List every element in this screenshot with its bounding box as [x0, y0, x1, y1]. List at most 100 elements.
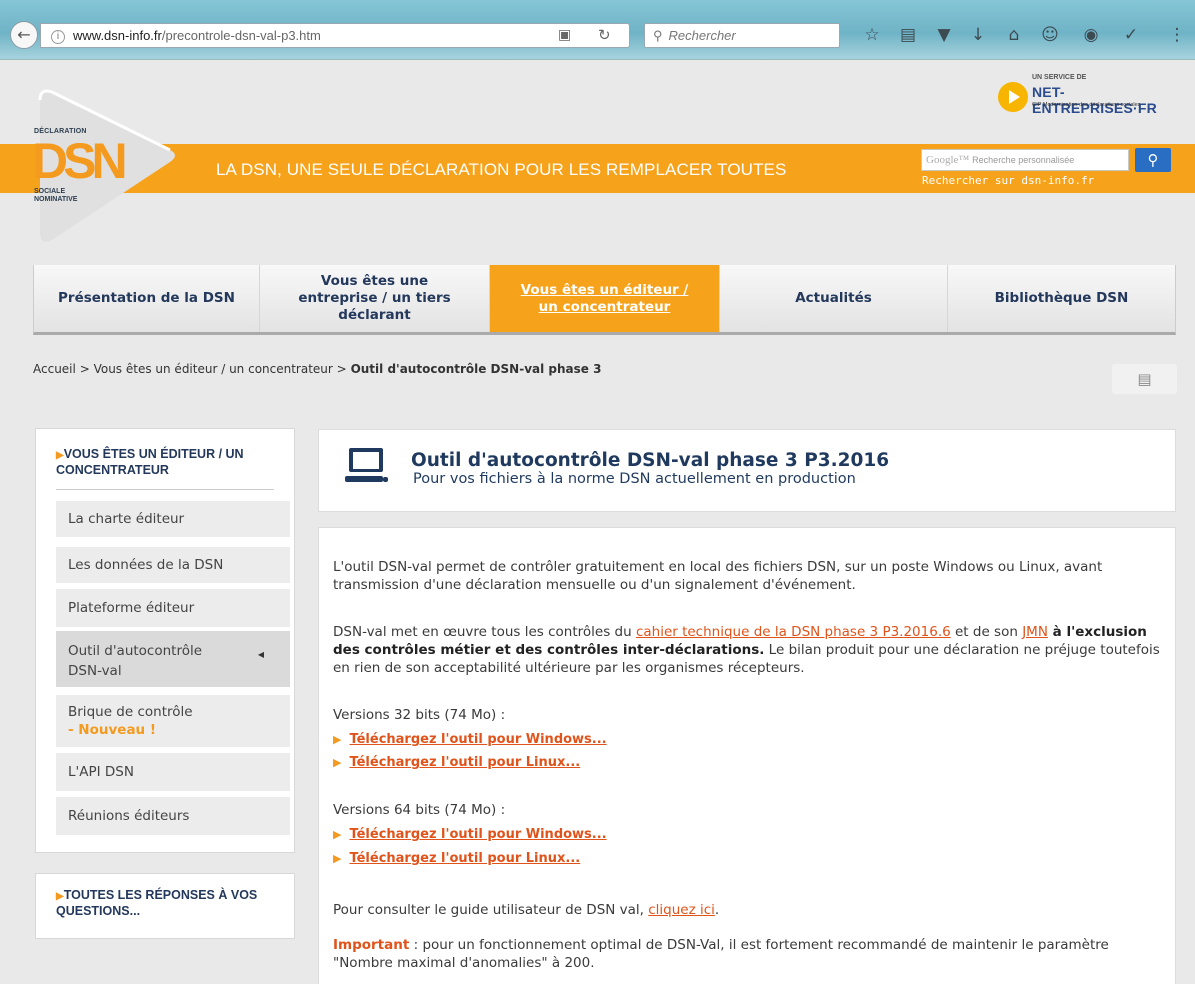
dsn-logo[interactable]: DÉCLARATION DSN SOCIALE NOMINATIVE — [30, 80, 180, 250]
site-search-placeholder: Recherche personnalisée — [972, 155, 1075, 165]
address-bar[interactable]: i www.dsn-info.fr/precontrole-dsn-val-p3.… — [40, 23, 630, 48]
faq-link[interactable]: ▶TOUTES LES RÉPONSES À VOS QUESTIONS... — [56, 888, 266, 918]
bookmarks-list-icon[interactable]: ▤ — [897, 24, 919, 46]
sidebar-item-outil[interactable]: Outil d'autocontrôle DSN-val ◀ — [56, 631, 290, 687]
versions-64-label: Versions 64 bits (74 Mo) : — [333, 802, 506, 818]
text: Pour consulter le guide utilisateur de D… — [333, 902, 649, 918]
nav-tab-bibliotheque[interactable]: Bibliothèque DSN — [948, 265, 1175, 332]
reload-icon[interactable]: ↻ — [598, 26, 611, 44]
browser-toolbar: ← i www.dsn-info.fr/precontrole-dsn-val-p… — [0, 0, 1195, 60]
search-icon: ⚲ — [653, 28, 663, 43]
important-label: Important — [333, 937, 410, 953]
page-title: Outil d'autocontrôle DSN-val phase 3 P3.… — [411, 450, 890, 471]
arrow-icon: ▶ — [333, 733, 342, 746]
download-icon[interactable]: ↓ — [967, 24, 989, 46]
sidebar-item-charte[interactable]: La charte éditeur — [56, 501, 290, 537]
pocket-icon[interactable]: ▼ — [933, 24, 955, 46]
new-badge: - Nouveau ! — [68, 722, 157, 738]
content-panel: L'outil DSN-val permet de contrôler grat… — [318, 527, 1176, 984]
site-tagline: LA DSN, UNE SEULE DÉCLARATION POUR LES R… — [216, 160, 787, 179]
download-windows-32-link[interactable]: ▶ Téléchargez l'outil pour Windows... — [333, 732, 607, 747]
intro-paragraph: L'outil DSN-val permet de contrôler grat… — [333, 559, 1103, 593]
breadcrumb-home[interactable]: Accueil — [33, 362, 76, 376]
url-host: www.dsn-info.fr — [73, 28, 162, 43]
net-entreprises-logo[interactable]: UN SERVICE DE NET-ENTREPRISES·FR GIP Mod… — [998, 74, 1178, 120]
caret-left-icon: ◀ — [257, 650, 264, 659]
sidebar-item-label: Outil d'autocontrôle DSN-val — [68, 643, 203, 679]
nav-tab-editeur[interactable]: Vous êtes un éditeur / un concentrateur — [490, 265, 720, 332]
home-icon[interactable]: ⌂ — [1003, 24, 1025, 46]
url-path: /precontrole-dsn-val-p3.htm — [161, 28, 321, 43]
sidebar-item-label: Brique de contrôle — [68, 704, 193, 720]
computer-icon — [345, 448, 388, 482]
download-label: Téléchargez l'outil pour Linux... — [349, 755, 581, 770]
cahier-technique-link[interactable]: cahier technique de la DSN phase 3 P3.20… — [636, 624, 951, 640]
important-text: : pour un fonctionnement optimal de DSN-… — [333, 937, 1109, 971]
service-label: UN SERVICE DE — [1032, 74, 1087, 81]
text: et de son — [950, 624, 1023, 640]
breadcrumb: Accueil > Vous êtes un éditeur / un conc… — [33, 362, 601, 376]
extension-icon[interactable]: ◉ — [1080, 24, 1102, 46]
smiley-icon[interactable]: ☺ — [1039, 24, 1061, 46]
print-button[interactable]: ▤ — [1112, 364, 1177, 394]
download-linux-64-link[interactable]: ▶ Téléchargez l'outil pour Linux... — [333, 851, 580, 866]
sidebar-menu: ▶VOUS ÊTES UN ÉDITEUR / UN CONCENTRATEUR… — [35, 428, 295, 853]
arrow-icon: ▶ — [333, 828, 342, 841]
text: DSN-val met en œuvre tous les contrôles … — [333, 624, 636, 640]
site-search-input[interactable]: Google™ Recherche personnalisée — [921, 149, 1129, 171]
sidebar-item-brique[interactable]: Brique de contrôle - Nouveau ! — [56, 695, 290, 747]
info-icon[interactable]: i — [51, 29, 65, 44]
faq-title-text: TOUTES LES RÉPONSES À VOS QUESTIONS... — [56, 888, 258, 918]
extension2-icon[interactable]: ✓ — [1120, 24, 1142, 46]
download-label: Téléchargez l'outil pour Windows... — [349, 827, 607, 842]
browser-search-input[interactable]: ⚲ Rechercher — [644, 23, 840, 48]
sidebar-divider — [56, 489, 274, 490]
play-icon — [998, 82, 1028, 112]
arrow-icon: ▶ — [56, 891, 64, 902]
nav-tab-presentation[interactable]: Présentation de la DSN — [34, 265, 260, 332]
breadcrumb-section[interactable]: Vous êtes un éditeur / un concentrateur — [94, 362, 333, 376]
printer-icon: ▤ — [1137, 370, 1152, 388]
jmn-link[interactable]: JMN — [1022, 624, 1048, 640]
sidebar-title[interactable]: ▶VOUS ÊTES UN ÉDITEUR / UN CONCENTRATEUR — [56, 447, 266, 477]
arrow-icon: ▶ — [56, 450, 64, 461]
nav-tab-entreprise[interactable]: Vous êtes une entreprise / un tiers décl… — [260, 265, 490, 332]
sidebar-item-plateforme[interactable]: Plateforme éditeur — [56, 589, 290, 627]
sidebar-item-reunions[interactable]: Réunions éditeurs — [56, 797, 290, 835]
search-subtext: Rechercher sur dsn-info.fr — [922, 174, 1095, 187]
text: à — [1047, 624, 1067, 640]
sidebar-item-api[interactable]: L'API DSN — [56, 753, 290, 791]
breadcrumb-current: Outil d'autocontrôle DSN-val phase 3 — [350, 362, 602, 376]
search-icon: ⚲ — [1147, 151, 1159, 169]
page-header-panel: Outil d'autocontrôle DSN-val phase 3 P3.… — [318, 429, 1176, 512]
site-search-button[interactable]: ⚲ — [1135, 148, 1171, 172]
browser-search-placeholder: Rechercher — [668, 28, 736, 43]
versions-32-label: Versions 32 bits (74 Mo) : — [333, 707, 506, 723]
logo-bottom-text: SOCIALE NOMINATIVE — [34, 188, 78, 203]
arrow-icon: ▶ — [333, 852, 342, 865]
service-sub: GIP Modernisation des déclarations socia… — [1032, 102, 1141, 108]
download-label: Téléchargez l'outil pour Linux... — [349, 851, 581, 866]
bookmark-star-icon[interactable]: ☆ — [861, 24, 883, 46]
download-linux-32-link[interactable]: ▶ Téléchargez l'outil pour Linux... — [333, 755, 580, 770]
page-subtitle: Pour vos fichiers à la norme DSN actuell… — [413, 471, 856, 487]
nav-tab-actualites[interactable]: Actualités — [720, 265, 948, 332]
guide-link[interactable]: cliquez ici — [648, 902, 715, 918]
menu-icon[interactable]: ⋮ — [1166, 24, 1188, 46]
sidebar-title-text: VOUS ÊTES UN ÉDITEUR / UN CONCENTRATEUR — [56, 447, 244, 477]
google-label: Google™ — [926, 154, 970, 166]
main-nav: Présentation de la DSN Vous êtes une ent… — [33, 265, 1176, 335]
faq-box: ▶TOUTES LES RÉPONSES À VOS QUESTIONS... — [35, 873, 295, 939]
arrow-icon: ▶ — [333, 756, 342, 769]
important-paragraph: Important : pour un fonctionnement optim… — [333, 936, 1163, 972]
sidebar-item-donnees[interactable]: Les données de la DSN — [56, 547, 290, 583]
back-button[interactable]: ← — [10, 21, 38, 49]
breadcrumb-sep: > — [336, 362, 347, 376]
reader-view-icon[interactable]: ▣ — [558, 27, 571, 43]
guide-paragraph: Pour consulter le guide utilisateur de D… — [333, 901, 1163, 919]
download-windows-64-link[interactable]: ▶ Téléchargez l'outil pour Windows... — [333, 827, 607, 842]
logo-main-text: DSN — [32, 133, 128, 189]
breadcrumb-sep: > — [79, 362, 90, 376]
controls-paragraph: DSN-val met en œuvre tous les contrôles … — [333, 623, 1163, 677]
service-name: NET-ENTREPRISES·FR — [1032, 84, 1157, 116]
